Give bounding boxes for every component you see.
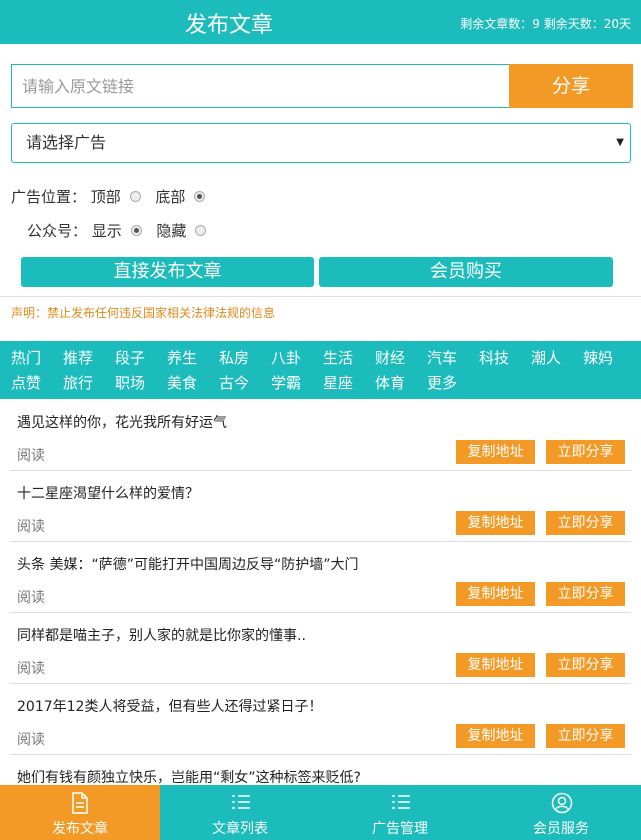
top-bar: 发布文章 剩余文章数：9 剩余天数：20天 (0, 0, 641, 44)
category-item[interactable]: 养生 (167, 347, 197, 368)
public-account-row: 公众号： 显示 隐藏 (27, 220, 216, 241)
url-row: 分享 (11, 64, 633, 108)
public-account-show-radio[interactable] (130, 225, 142, 236)
article-title[interactable]: 同样都是喵主子，别人家的就是比你家的懂事.. (17, 625, 306, 645)
chevron-down-icon: ▼ (616, 137, 624, 148)
public-account-show-label: 显示 (91, 222, 122, 240)
ad-select[interactable]: 请选择广告 ▼ (11, 123, 631, 163)
article-title[interactable]: 她们有钱有颜独立快乐，岂能用“剩女”这种标签来贬低? (17, 767, 361, 787)
category-item[interactable]: 美食 (167, 372, 197, 393)
article-item: 头条 美媒：“萨德”可能打开中国周边反导“防护墙”大门 阅读 复制地址 立即分享 (0, 542, 641, 613)
share-now-button[interactable]: 立即分享 (546, 440, 625, 464)
category-item[interactable]: 生活 (323, 347, 353, 368)
category-item[interactable]: 体育 (375, 372, 405, 393)
article-title[interactable]: 十二星座渴望什么样的爱情？ (17, 483, 199, 503)
category-item[interactable]: 古今 (219, 372, 249, 393)
category-item[interactable]: 星座 (323, 372, 353, 393)
read-link[interactable]: 阅读 (17, 445, 45, 465)
article-url-input[interactable] (11, 64, 509, 108)
remaining-stats: 剩余文章数：9 剩余天数：20天 (460, 17, 631, 31)
public-account-label: 公众号： (27, 222, 88, 240)
category-item[interactable]: 学霸 (271, 372, 301, 393)
user-icon (551, 792, 573, 814)
category-item[interactable]: 职场 (115, 372, 145, 393)
article-title[interactable]: 头条 美媒：“萨德”可能打开中国周边反导“防护墙”大门 (17, 554, 358, 574)
ad-position-row: 广告位置： 顶部 底部 (11, 186, 215, 207)
article-item: 遇见这样的你，花光我所有好运气 阅读 复制地址 立即分享 (0, 400, 641, 471)
ad-position-top-radio[interactable] (129, 191, 141, 202)
public-account-hide-label: 隐藏 (156, 222, 187, 240)
nav-member-service[interactable]: 会员服务 (481, 785, 641, 840)
article-item: 同样都是喵主子，别人家的就是比你家的懂事.. 阅读 复制地址 立即分享 (0, 613, 641, 684)
read-link[interactable]: 阅读 (17, 587, 45, 607)
bottom-nav: 发布文章 文章列表 广告管理 会员服务 (0, 785, 641, 840)
article-title[interactable]: 2017年12类人将受益，但有些人还得过紧日子！ (17, 696, 322, 716)
category-item[interactable]: 旅行 (63, 372, 93, 393)
category-item[interactable]: 财经 (375, 347, 405, 368)
ad-position-top-label: 顶部 (90, 188, 121, 206)
category-item[interactable]: 推荐 (63, 347, 93, 368)
category-item[interactable]: 点赞 (11, 372, 41, 393)
copy-url-button[interactable]: 复制地址 (456, 653, 535, 677)
nav-label: 会员服务 (533, 821, 589, 837)
share-now-button[interactable]: 立即分享 (546, 653, 625, 677)
ad-position-bottom-label: 底部 (155, 188, 186, 206)
copy-url-button[interactable]: 复制地址 (456, 724, 535, 748)
page-title: 发布文章 (185, 13, 274, 38)
notice-text: 声明：禁止发布任何违反国家相关法律法规的信息 (11, 306, 276, 320)
share-now-button[interactable]: 立即分享 (546, 724, 625, 748)
category-item[interactable]: 私房 (219, 347, 249, 368)
divider (0, 296, 641, 297)
nav-label: 发布文章 (52, 821, 108, 837)
member-buy-button[interactable]: 会员购买 (319, 257, 613, 287)
publish-button[interactable]: 直接发布文章 (21, 257, 314, 287)
category-item[interactable]: 科技 (479, 347, 509, 368)
share-now-button[interactable]: 立即分享 (546, 511, 625, 535)
nav-label: 广告管理 (372, 821, 428, 837)
list-icon (232, 795, 250, 809)
nav-publish-article[interactable]: 发布文章 (0, 785, 160, 840)
copy-url-button[interactable]: 复制地址 (456, 582, 535, 606)
article-item: 十二星座渴望什么样的爱情？ 阅读 复制地址 立即分享 (0, 471, 641, 542)
category-item[interactable]: 更多 (427, 372, 457, 393)
category-item[interactable]: 热门 (11, 347, 41, 368)
document-icon (72, 792, 88, 814)
read-link[interactable]: 阅读 (17, 516, 45, 536)
category-item[interactable]: 段子 (115, 347, 145, 368)
nav-ad-management[interactable]: 广告管理 (320, 785, 480, 840)
share-now-button[interactable]: 立即分享 (546, 582, 625, 606)
share-button[interactable]: 分享 (509, 64, 633, 108)
nav-article-list[interactable]: 文章列表 (160, 785, 320, 840)
read-link[interactable]: 阅读 (17, 658, 45, 678)
article-item: 2017年12类人将受益，但有些人还得过紧日子！ 阅读 复制地址 立即分享 (0, 684, 641, 755)
ad-position-bottom-radio[interactable] (194, 191, 206, 202)
category-bar: 热门 推荐 段子 养生 私房 八卦 生活 财经 汽车 科技 潮人 辣妈 点赞 旅… (0, 341, 641, 399)
category-item[interactable]: 潮人 (531, 347, 561, 368)
read-link[interactable]: 阅读 (17, 729, 45, 749)
category-item[interactable]: 辣妈 (583, 347, 613, 368)
ad-position-label: 广告位置： (11, 188, 87, 206)
list-icon (392, 795, 410, 809)
category-item[interactable]: 汽车 (427, 347, 457, 368)
copy-url-button[interactable]: 复制地址 (456, 511, 535, 535)
public-account-hide-radio[interactable] (195, 225, 207, 236)
ad-select-value: 请选择广告 (26, 133, 107, 152)
article-title[interactable]: 遇见这样的你，花光我所有好运气 (17, 412, 227, 432)
copy-url-button[interactable]: 复制地址 (456, 440, 535, 464)
category-item[interactable]: 八卦 (271, 347, 301, 368)
nav-label: 文章列表 (212, 821, 268, 837)
